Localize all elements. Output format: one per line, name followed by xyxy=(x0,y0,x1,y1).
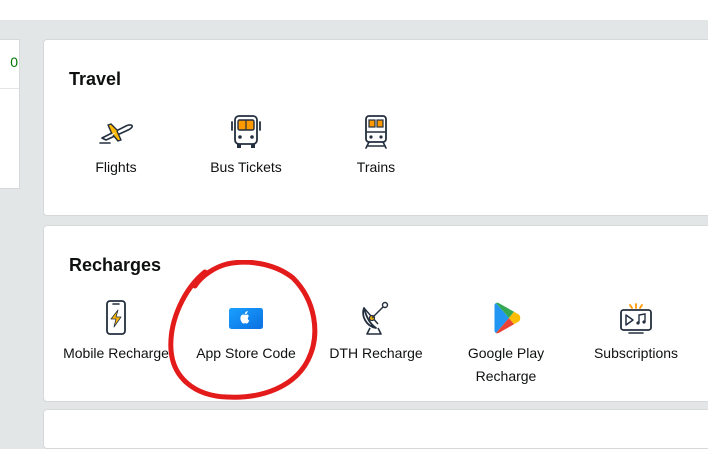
tile-dth-recharge[interactable]: DTH Recharge xyxy=(316,298,436,365)
tile-mobile-recharge[interactable]: Mobile Recharge xyxy=(56,298,176,365)
travel-card: Travel Flights Bus Tickets Trains xyxy=(43,39,708,216)
tile-google-play-recharge[interactable]: Google Play Recharge xyxy=(446,298,566,388)
apple-gift-card-icon xyxy=(229,308,263,329)
top-bar xyxy=(0,0,708,20)
recharges-card: Recharges Mobile Recharge App Store Code xyxy=(43,225,708,402)
tile-label: App Store Code xyxy=(196,345,296,361)
mobile-phone-icon xyxy=(106,300,126,335)
train-icon xyxy=(365,115,387,149)
left-partial-card: 0 xyxy=(0,39,20,189)
tile-app-store-code[interactable]: App Store Code xyxy=(186,298,306,365)
subscription-tv-icon xyxy=(620,303,652,334)
tile-label: Google Play Recharge xyxy=(467,345,545,384)
travel-section-title: Travel xyxy=(69,69,122,89)
tile-label: Subscriptions xyxy=(593,345,679,361)
tile-trains[interactable]: Trains xyxy=(316,112,436,179)
tile-label: Trains xyxy=(356,159,396,175)
left-card-value: 0 xyxy=(10,54,18,70)
tile-subscriptions[interactable]: Subscriptions xyxy=(576,298,696,365)
tile-label: Mobile Recharge xyxy=(63,345,169,361)
tile-bus-tickets[interactable]: Bus Tickets xyxy=(186,112,306,179)
divider xyxy=(0,88,19,89)
bus-icon xyxy=(231,115,261,148)
recharges-section-title: Recharges xyxy=(69,255,162,275)
tile-label: DTH Recharge xyxy=(329,345,423,361)
satellite-dish-icon xyxy=(362,301,389,335)
next-card xyxy=(43,409,708,449)
tile-label: Flights xyxy=(95,159,137,175)
google-play-icon xyxy=(494,302,521,334)
tile-flights[interactable]: Flights xyxy=(56,112,176,179)
tile-label: Bus Tickets xyxy=(210,159,282,175)
airplane-icon xyxy=(99,123,133,144)
